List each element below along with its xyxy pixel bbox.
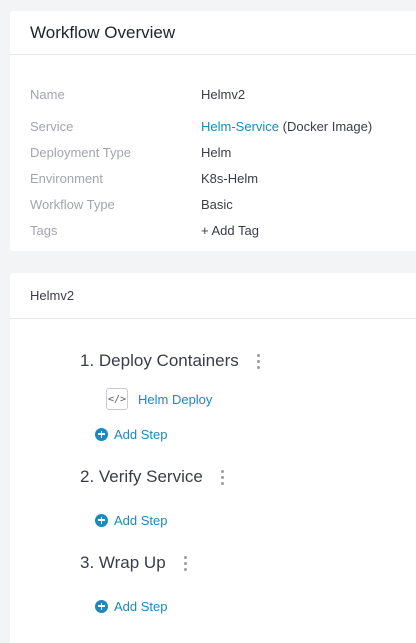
add-step-button[interactable]: Add Step xyxy=(95,597,168,615)
workflow-title: Helmv2 xyxy=(30,288,75,303)
workflow-overview-card: Workflow Overview Name Helmv2 Service He… xyxy=(10,11,416,251)
service-link[interactable]: Helm-Service xyxy=(201,119,279,134)
deployment-type-value: Helm xyxy=(201,144,232,160)
environment-link[interactable]: K8s-Helm xyxy=(201,171,258,186)
phase-verify-service: 2. Verify Service xyxy=(80,464,225,490)
tags-label: Tags xyxy=(30,222,58,238)
phase-wrap-up: 3. Wrap Up xyxy=(80,550,188,576)
add-step-button[interactable]: Add Step xyxy=(95,425,168,443)
service-row: Service Helm-Service (Docker Image) xyxy=(30,116,416,136)
add-step-label: Add Step xyxy=(114,426,168,442)
environment-row: Environment K8s-Helm xyxy=(30,168,416,188)
service-type: (Docker Image) xyxy=(279,118,373,134)
add-step-button[interactable]: Add Step xyxy=(95,511,168,529)
deployment-type-row: Deployment Type Helm xyxy=(30,142,416,162)
workflow-type-row: Workflow Type Basic xyxy=(30,194,416,214)
plus-circle-icon xyxy=(95,427,108,441)
service-value: Helm-Service (Docker Image) xyxy=(201,119,372,134)
workflow-type-value: Basic xyxy=(201,196,233,212)
name-row: Name Helmv2 xyxy=(30,84,416,104)
workflow-card: Helmv2 1. Deploy Containers </> Helm Dep… xyxy=(10,273,416,643)
more-options-icon[interactable] xyxy=(184,555,188,571)
environment-label: Environment xyxy=(30,170,103,186)
phase-title: 1. Deploy Containers xyxy=(80,351,239,370)
add-tag-link[interactable]: + Add Tag xyxy=(201,223,259,238)
workflow-header: Helmv2 xyxy=(10,273,416,319)
phase-deploy-containers: 1. Deploy Containers xyxy=(80,348,261,374)
deployment-type-label: Deployment Type xyxy=(30,144,131,160)
step-label: Helm Deploy xyxy=(138,391,213,407)
code-icon: </> xyxy=(106,388,128,410)
more-options-icon[interactable] xyxy=(257,353,261,369)
add-step-label: Add Step xyxy=(114,512,168,528)
add-step-label: Add Step xyxy=(114,598,168,614)
name-value: Helmv2 xyxy=(201,86,246,102)
tags-row: Tags + Add Tag xyxy=(30,220,416,240)
service-label: Service xyxy=(30,118,74,134)
workflow-type-label: Workflow Type xyxy=(30,196,115,212)
name-label: Name xyxy=(30,86,65,102)
phase-title: 2. Verify Service xyxy=(80,467,203,486)
more-options-icon[interactable] xyxy=(221,469,225,485)
plus-circle-icon xyxy=(95,513,108,527)
plus-circle-icon xyxy=(95,599,108,613)
step-helm-deploy[interactable]: </> Helm Deploy xyxy=(106,388,212,410)
overview-title: Workflow Overview xyxy=(30,22,176,42)
phase-title: 3. Wrap Up xyxy=(80,553,166,572)
overview-header: Workflow Overview xyxy=(10,11,416,55)
